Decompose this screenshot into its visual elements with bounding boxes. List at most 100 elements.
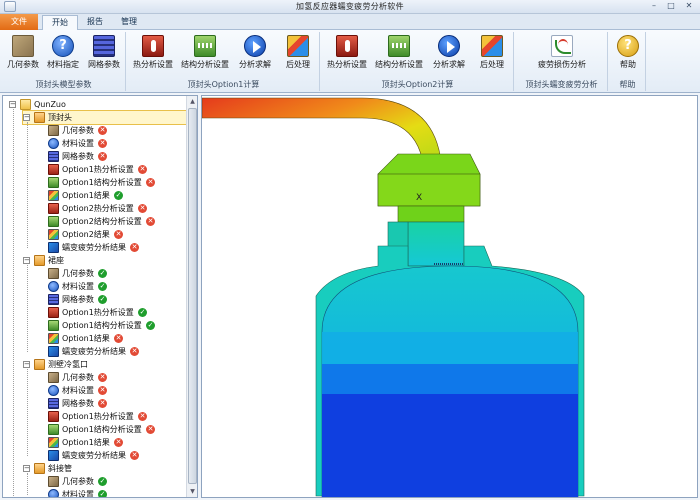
collapse-toggle-icon[interactable]: − (23, 465, 30, 472)
postprocess-button[interactable]: 后处理 (280, 33, 316, 73)
tree-item[interactable]: 网格参数 ✕ (48, 150, 187, 163)
fatigue-icon (551, 35, 573, 57)
tree-node-label: 裙座 (48, 256, 64, 265)
postprocess-button[interactable]: 后处理 (474, 33, 510, 73)
grid-icon (93, 35, 115, 57)
tree-root[interactable]: − QunZuo (9, 98, 187, 111)
help-button[interactable]: ? 帮助 (614, 33, 642, 73)
status-error-icon: ✕ (138, 204, 147, 213)
tree-part[interactable]: − 顶封头 (22, 110, 187, 125)
tree-item[interactable]: 蠕变疲劳分析结果 ✕ (48, 345, 187, 358)
status-error-icon: ✕ (98, 386, 107, 395)
close-button[interactable]: ✕ (681, 1, 697, 12)
tree-item[interactable]: Option2结果 ✕ (48, 228, 187, 241)
scroll-down-icon[interactable]: ▼ (188, 487, 197, 496)
tree-item[interactable]: 网格参数 ✓ (48, 293, 187, 306)
tree-connector (27, 265, 28, 352)
thermal-settings-button[interactable]: 热分析设置 (324, 33, 370, 73)
tree-item[interactable]: Option1结果 ✕ (48, 332, 187, 345)
application-window: 加氢反应器蠕变疲劳分析软件 – □ ✕ 文件 开始 报告 管理 几何参数 ? 材… (0, 0, 700, 500)
minimize-button[interactable]: – (646, 1, 662, 12)
part-icon (34, 359, 45, 370)
tree-item[interactable]: Option2结构分析设置 ✕ (48, 215, 187, 228)
collapse-toggle-icon[interactable]: − (23, 361, 30, 368)
solve-button[interactable]: 分析求解 (428, 33, 470, 73)
tree-part[interactable]: − 斜接管 (23, 462, 187, 475)
tree-item[interactable]: Option1结构分析设置 ✓ (48, 319, 187, 332)
tab-start[interactable]: 开始 (42, 15, 78, 31)
structure-icon (48, 177, 59, 188)
result-icon (48, 437, 59, 448)
scroll-thumb[interactable] (188, 108, 197, 484)
ribbon-group-label: 顶封头Option2计算 (381, 80, 454, 89)
tree-item[interactable]: Option1热分析设置 ✕ (48, 163, 187, 176)
fatigue-damage-button[interactable]: 疲劳损伤分析 (530, 33, 594, 73)
tree-item[interactable]: Option1结果 ✕ (48, 436, 187, 449)
scroll-up-icon[interactable]: ▲ (188, 97, 197, 106)
material-assign-button[interactable]: ? 材料指定 (44, 33, 82, 73)
status-error-icon: ✕ (130, 347, 139, 356)
grid-icon (48, 398, 59, 409)
status-error-icon: ✕ (98, 126, 107, 135)
model-viewport[interactable]: X (201, 95, 698, 498)
ribbon-group-label: 顶封头蠕变疲劳分析 (525, 80, 598, 89)
tree-item[interactable]: 几何参数 ✕ (48, 124, 187, 137)
tab-manage[interactable]: 管理 (114, 15, 144, 30)
structure-icon (48, 216, 59, 227)
button-label: 热分析设置 (327, 60, 367, 69)
tree-item[interactable]: Option1热分析设置 ✕ (48, 410, 187, 423)
box-icon (48, 125, 59, 136)
tab-file[interactable]: 文件 (0, 14, 38, 30)
play-icon (438, 35, 460, 57)
button-label: 分析求解 (433, 60, 465, 69)
tree-item[interactable]: 网格参数 ✕ (48, 397, 187, 410)
part-icon (34, 255, 45, 266)
tree-item[interactable]: Option1结构分析设置 ✕ (48, 176, 187, 189)
structure-settings-button[interactable]: 结构分析设置 (374, 33, 424, 73)
ribbon-tab-bar: 文件 开始 报告 管理 (0, 14, 700, 31)
maximize-button[interactable]: □ (663, 1, 679, 12)
solve-button[interactable]: 分析求解 (234, 33, 276, 73)
tab-report[interactable]: 报告 (80, 15, 110, 30)
mesh-params-button[interactable]: 网格参数 (84, 33, 124, 73)
collapse-toggle-icon[interactable]: − (23, 257, 30, 264)
button-label: 几何参数 (7, 60, 39, 69)
button-label: 疲劳损伤分析 (538, 60, 586, 69)
tree-item[interactable]: 几何参数 ✓ (48, 475, 187, 488)
tree-item[interactable]: 几何参数 ✕ (48, 371, 187, 384)
heat-icon (48, 411, 59, 422)
tree-item[interactable]: 材料设置 ✕ (48, 384, 187, 397)
structure-icon (48, 320, 59, 331)
status-error-icon: ✕ (98, 152, 107, 161)
status-error-icon: ✕ (146, 178, 155, 187)
tree-scrollbar[interactable]: ▲ ▼ (186, 96, 197, 497)
button-label: 材料指定 (47, 60, 79, 69)
project-tree: − QunZuo − 顶封头 几何参数 ✕ 材料设置 ✕ 网格参数 ✕ Option1热分析设置 ✕ O… (3, 96, 187, 497)
tree-node-label: Option1结构分析设置 (62, 178, 142, 187)
tree-item[interactable]: 几何参数 ✓ (48, 267, 187, 280)
button-label: 帮助 (620, 60, 636, 69)
tree-item[interactable]: 材料设置 ✓ (48, 280, 187, 293)
tree-item[interactable]: Option1结构分析设置 ✕ (48, 423, 187, 436)
tree-item[interactable]: Option1热分析设置 ✓ (48, 306, 187, 319)
thermal-settings-button[interactable]: 热分析设置 (130, 33, 176, 73)
collapse-toggle-icon[interactable]: − (9, 101, 16, 108)
ribbon-group-option1: 热分析设置 结构分析设置 分析求解 后处理 顶封头Option1计算 (128, 32, 320, 91)
tree-item[interactable]: 材料设置 ✕ (48, 137, 187, 150)
collapse-toggle-icon[interactable]: − (23, 114, 30, 121)
tree-node-label: 顶封头 (48, 113, 72, 122)
tree-node-label: Option1结果 (62, 191, 110, 200)
tree-connector (27, 369, 28, 456)
button-label: 热分析设置 (133, 60, 173, 69)
tree-item[interactable]: 蠕变疲劳分析结果 ✕ (48, 449, 187, 462)
tree-item[interactable]: 材料设置 ✓ (48, 488, 187, 497)
tree-item[interactable]: Option1结果 ✓ (48, 189, 187, 202)
material-icon (48, 385, 59, 396)
structure-settings-button[interactable]: 结构分析设置 (180, 33, 230, 73)
postprocess-icon (287, 35, 309, 57)
geometry-params-button[interactable]: 几何参数 (4, 33, 42, 73)
tree-part[interactable]: − 裙座 (23, 254, 187, 267)
tree-item[interactable]: 蠕变疲劳分析结果 ✕ (48, 241, 187, 254)
tree-item[interactable]: Option2热分析设置 ✕ (48, 202, 187, 215)
tree-part[interactable]: − 测壁冷氢口 (23, 358, 187, 371)
